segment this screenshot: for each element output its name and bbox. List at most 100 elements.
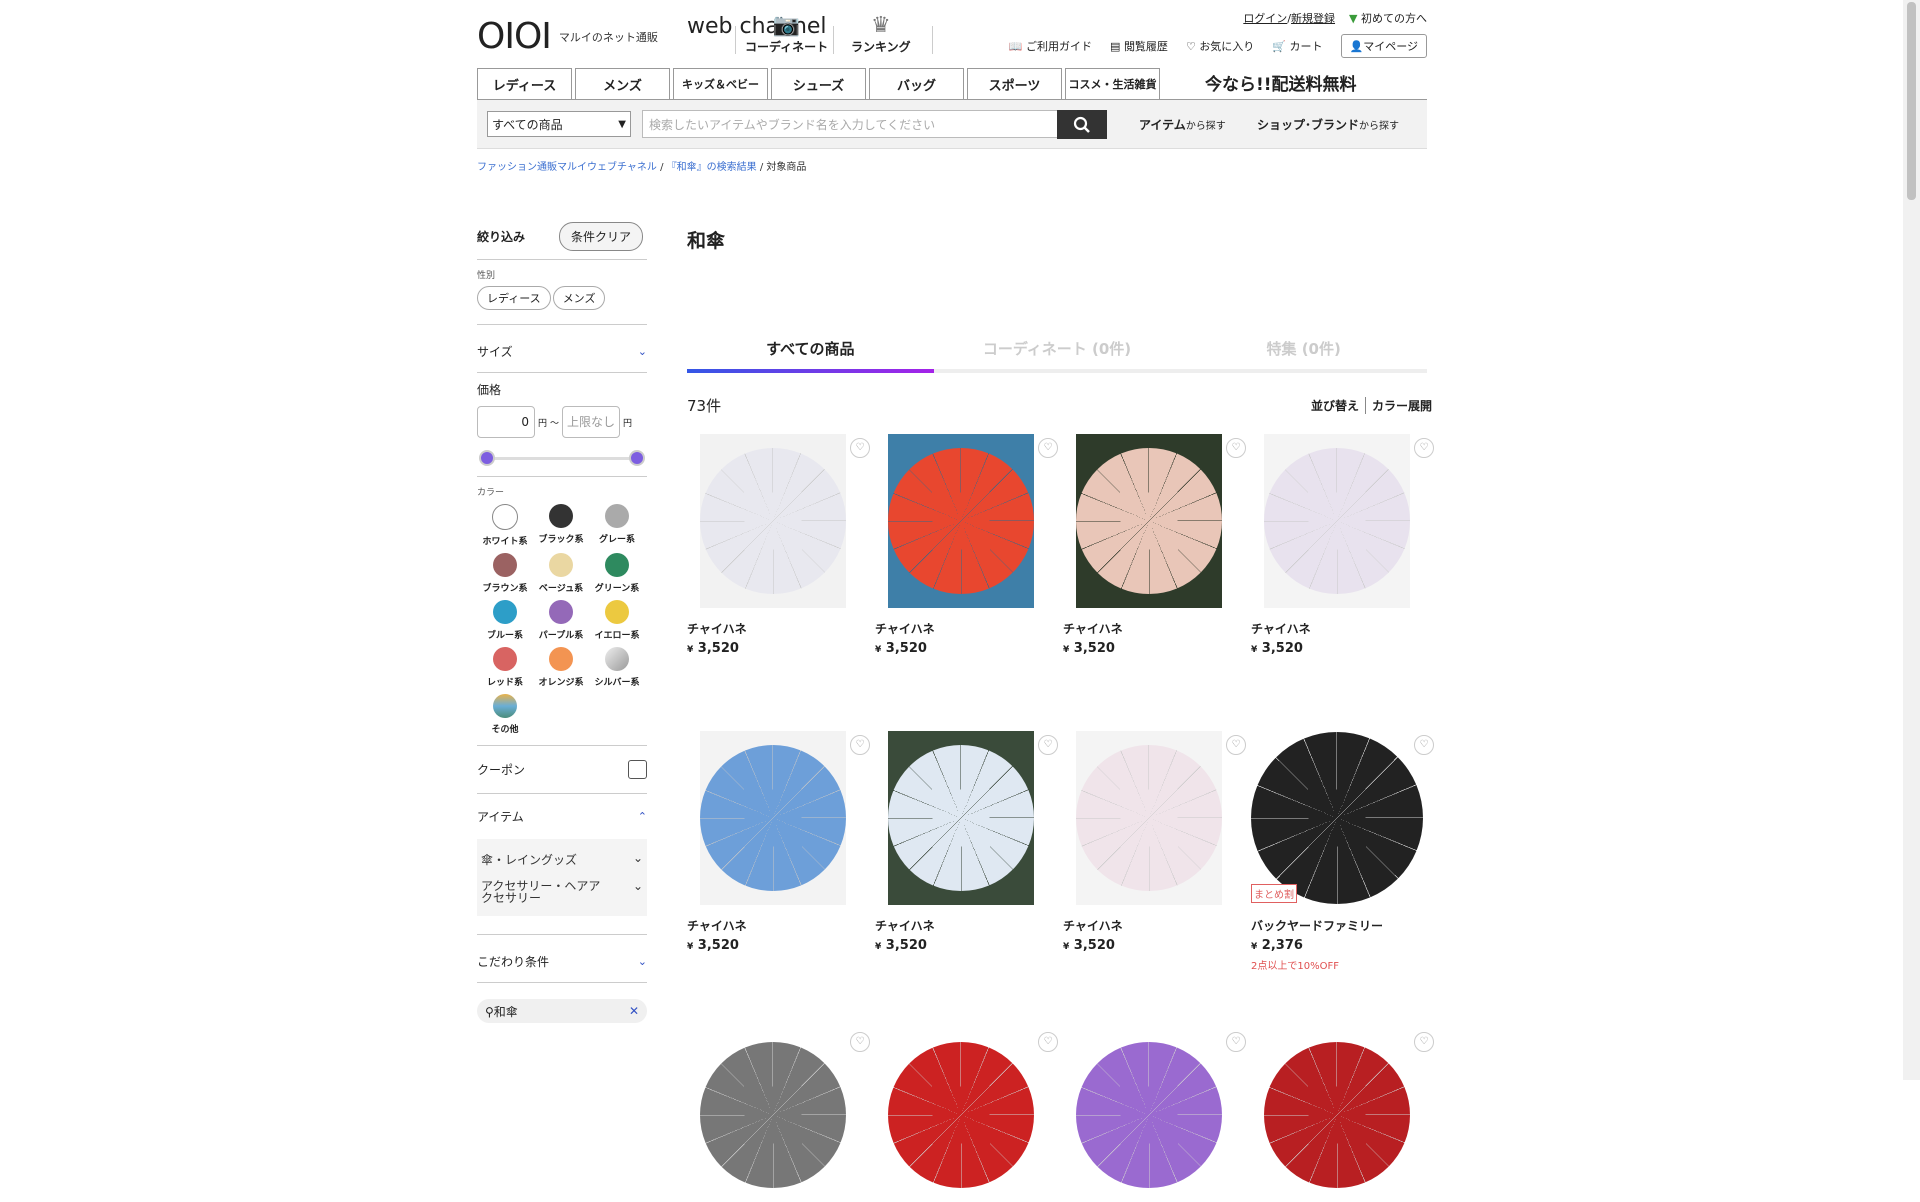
color-swatch[interactable]: シルバー系 xyxy=(589,647,645,688)
product-image[interactable] xyxy=(888,1028,1034,1202)
favorite-heart-icon[interactable]: ♡ xyxy=(1414,438,1434,458)
product-image[interactable] xyxy=(700,731,846,905)
favorite-heart-icon[interactable]: ♡ xyxy=(1226,438,1246,458)
product-brand[interactable]: バックヤードファミリー xyxy=(1251,917,1426,934)
product-card[interactable]: ♡ チャイハネ ¥ 3,520 xyxy=(1063,731,1246,953)
search-category-select[interactable]: すべての商品 ▼ xyxy=(487,111,631,137)
favorite-heart-icon[interactable]: ♡ xyxy=(1226,1032,1246,1052)
product-image[interactable] xyxy=(1076,1028,1222,1202)
item-search-link[interactable]: アイテムから探す xyxy=(1139,116,1226,133)
product-card[interactable]: ♡ チャイハネ ¥ 3,520 xyxy=(687,434,870,656)
kodawari-filter-toggle[interactable]: こだわり条件 ⌄ xyxy=(477,943,647,980)
favorite-heart-icon[interactable]: ♡ xyxy=(1414,735,1434,755)
favorite-heart-icon[interactable]: ♡ xyxy=(1038,1032,1058,1052)
price-max-input[interactable]: 上限なし xyxy=(562,406,621,438)
product-card[interactable]: ♡ xyxy=(1251,1028,1434,1202)
free-shipping-banner[interactable]: 今なら!!配送料無料 xyxy=(1205,70,1357,95)
price-slider[interactable] xyxy=(477,450,647,466)
first-time-link[interactable]: ▼ 初めての方へ xyxy=(1349,10,1427,26)
product-card[interactable]: まとめ割 ♡ バックヤードファミリー ¥ 2,376 2点以上で10%OFF xyxy=(1251,731,1434,972)
product-image[interactable] xyxy=(1076,731,1222,905)
product-image[interactable] xyxy=(700,1028,846,1202)
search-input[interactable]: 検索したいアイテムやブランド名を入力してください xyxy=(642,110,1058,138)
mypage-button[interactable]: 👤マイページ xyxy=(1340,34,1427,58)
category-tab[interactable]: シューズ xyxy=(771,68,866,99)
product-brand[interactable]: チャイハネ xyxy=(875,917,1050,934)
product-brand[interactable]: チャイハネ xyxy=(1063,620,1238,637)
product-card[interactable]: ♡ チャイハネ ¥ 3,520 xyxy=(875,434,1058,656)
color-swatch[interactable]: グレー系 xyxy=(589,504,645,547)
breadcrumb-home[interactable]: ファッション通販マルイウェブチャネル xyxy=(477,162,657,173)
category-tab[interactable]: キッズ＆ベビー xyxy=(673,68,768,99)
product-card[interactable]: ♡ xyxy=(875,1028,1058,1202)
product-image[interactable] xyxy=(1264,434,1410,608)
favorites-link[interactable]: ♡ お気に入り xyxy=(1186,38,1254,54)
nav-coordinate[interactable]: 📷 コーディネート xyxy=(745,14,828,55)
price-slider-max-handle[interactable] xyxy=(629,450,645,466)
product-card[interactable]: ♡ チャイハネ ¥ 3,520 xyxy=(875,731,1058,953)
history-link[interactable]: ▤ 閲覧履歴 xyxy=(1110,38,1168,54)
color-swatch[interactable]: イエロー系 xyxy=(589,600,645,641)
product-brand[interactable]: チャイハネ xyxy=(687,620,862,637)
gender-mens-chip[interactable]: メンズ xyxy=(552,286,606,310)
color-swatch[interactable]: ブラック系 xyxy=(533,504,589,547)
register-link[interactable]: 新規登録 xyxy=(1291,12,1335,25)
product-card[interactable]: ♡ チャイハネ ¥ 3,520 xyxy=(1251,434,1434,656)
product-image[interactable] xyxy=(888,731,1034,905)
color-swatch[interactable]: その他 xyxy=(477,694,533,735)
shop-search-link[interactable]: ショップ･ブランドから探す xyxy=(1257,116,1399,133)
favorite-heart-icon[interactable]: ♡ xyxy=(850,1032,870,1052)
cart-link[interactable]: 🛒 カート xyxy=(1272,38,1322,54)
color-expand-button[interactable]: カラー展開 xyxy=(1364,397,1432,414)
product-brand[interactable]: チャイハネ xyxy=(1063,917,1238,934)
product-card[interactable]: ♡ チャイハネ ¥ 3,520 xyxy=(687,731,870,953)
product-card[interactable]: ♡ xyxy=(687,1028,870,1202)
product-card[interactable]: ♡ xyxy=(1063,1028,1246,1202)
site-logo[interactable]: OIOI マルイのネット通販 web channel xyxy=(477,16,827,58)
tab-coordinate[interactable]: コーディネート (0件) xyxy=(933,338,1181,373)
category-tab[interactable]: コスメ・生活雑貨 xyxy=(1065,68,1160,99)
breadcrumb-results[interactable]: 『和傘』の検索結果 xyxy=(667,162,757,173)
size-filter-toggle[interactable]: サイズ ⌄ xyxy=(477,333,647,370)
product-image[interactable] xyxy=(888,434,1034,608)
keyword-tag[interactable]: ⚲和傘 ✕ xyxy=(477,999,647,1023)
price-min-input[interactable]: 0 xyxy=(477,406,535,438)
product-card[interactable]: ♡ チャイハネ ¥ 3,520 xyxy=(1063,434,1246,656)
gender-ladies-chip[interactable]: レディース xyxy=(477,286,551,310)
item-filter-toggle[interactable]: アイテム ⌃ xyxy=(477,802,647,831)
favorite-heart-icon[interactable]: ♡ xyxy=(1038,438,1058,458)
color-swatch[interactable]: パープル系 xyxy=(533,600,589,641)
search-button[interactable] xyxy=(1057,110,1107,139)
favorite-heart-icon[interactable]: ♡ xyxy=(850,735,870,755)
price-slider-min-handle[interactable] xyxy=(479,450,495,466)
color-swatch[interactable]: グリーン系 xyxy=(589,553,645,594)
category-tab[interactable]: スポーツ xyxy=(967,68,1062,99)
favorite-heart-icon[interactable]: ♡ xyxy=(1414,1032,1434,1052)
product-brand[interactable]: チャイハネ xyxy=(1251,620,1426,637)
color-swatch[interactable]: オレンジ系 xyxy=(533,647,589,688)
nav-ranking[interactable]: ♛ ランキング xyxy=(851,14,911,55)
sort-button[interactable]: 並び替え xyxy=(1311,397,1359,414)
login-link[interactable]: ログイン xyxy=(1243,12,1287,25)
product-image[interactable]: まとめ割 xyxy=(1251,731,1426,905)
favorite-heart-icon[interactable]: ♡ xyxy=(1226,735,1246,755)
scrollbar-thumb[interactable] xyxy=(1907,2,1916,200)
color-swatch[interactable]: レッド系 xyxy=(477,647,533,688)
product-image[interactable] xyxy=(1264,1028,1410,1202)
color-swatch[interactable]: ブルー系 xyxy=(477,600,533,641)
favorite-heart-icon[interactable]: ♡ xyxy=(850,438,870,458)
color-swatch[interactable]: ブラウン系 xyxy=(477,553,533,594)
category-tab[interactable]: バッグ xyxy=(869,68,964,99)
product-image[interactable] xyxy=(1076,434,1222,608)
guide-link[interactable]: 📖 ご利用ガイド xyxy=(1009,38,1092,54)
category-tab[interactable]: メンズ xyxy=(575,68,670,99)
tab-feature[interactable]: 特集 (0件) xyxy=(1180,338,1428,373)
item-sub-umbrella[interactable]: 傘・レイングッズ ⌄ xyxy=(481,845,643,874)
product-image[interactable] xyxy=(700,434,846,608)
favorite-heart-icon[interactable]: ♡ xyxy=(1038,735,1058,755)
product-brand[interactable]: チャイハネ xyxy=(687,917,862,934)
coupon-checkbox[interactable] xyxy=(628,760,647,779)
clear-filters-button[interactable]: 条件クリア xyxy=(558,222,643,251)
product-brand[interactable]: チャイハネ xyxy=(875,620,1050,637)
color-swatch[interactable]: ベージュ系 xyxy=(533,553,589,594)
